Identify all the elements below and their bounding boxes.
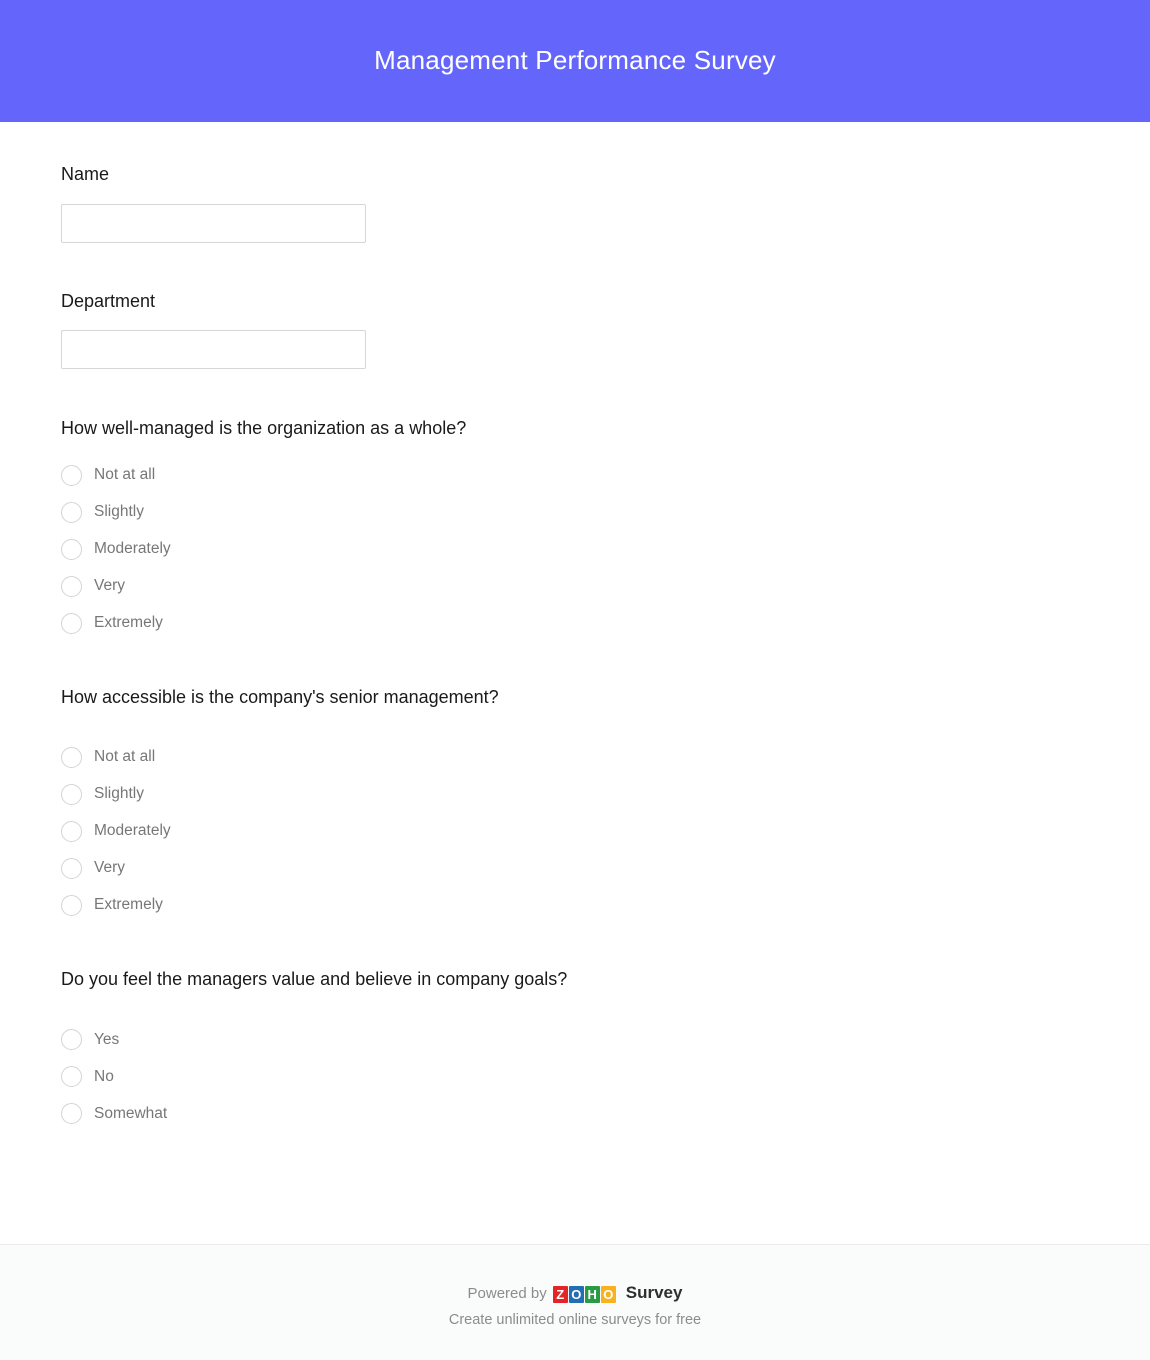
radio-button-icon[interactable] xyxy=(61,538,82,560)
option-label: Very xyxy=(94,576,126,594)
survey-footer: Powered by Z O H O Survey Create unlimit… xyxy=(0,1244,1150,1360)
option-row[interactable]: Very xyxy=(61,850,1150,887)
radio-button-icon[interactable] xyxy=(61,894,82,916)
question-text-1: How well-managed is the organization as … xyxy=(61,418,467,439)
option-row[interactable]: Extremely xyxy=(61,887,1150,924)
option-label: Moderately xyxy=(94,539,171,557)
option-label: Slightly xyxy=(94,785,144,803)
survey-header-banner: Management Performance Survey xyxy=(0,0,1150,122)
zoho-logo-letter-o1: O xyxy=(568,1285,584,1303)
powered-by-label: Powered by xyxy=(467,1284,547,1302)
zoho-logo-letter-o2: O xyxy=(600,1285,616,1303)
radio-button-icon[interactable] xyxy=(61,1103,82,1125)
field-block-department: Department xyxy=(61,291,1150,370)
powered-by-line: Powered by Z O H O Survey xyxy=(0,1283,1150,1303)
option-row[interactable]: Moderately xyxy=(61,531,1150,568)
option-row[interactable]: Very xyxy=(61,568,1150,605)
option-row[interactable]: Not at all xyxy=(61,739,1150,776)
radio-button-icon[interactable] xyxy=(61,464,82,486)
option-label: Extremely xyxy=(94,896,163,914)
zoho-logo-letter-h: H xyxy=(584,1285,600,1303)
radio-button-icon[interactable] xyxy=(61,746,82,768)
option-row[interactable]: Somewhat xyxy=(61,1095,1150,1132)
radio-button-icon[interactable] xyxy=(61,1029,82,1051)
option-row[interactable]: Extremely xyxy=(61,605,1150,642)
option-row[interactable]: Slightly xyxy=(61,776,1150,813)
field-label-department: Department xyxy=(61,290,156,311)
question-block-1: How well-managed is the organization as … xyxy=(61,417,1150,641)
question-block-3: Do you feel the managers value and belie… xyxy=(61,968,1150,1132)
options-group-3: Yes No Somewhat xyxy=(61,1021,1150,1132)
question-text-2: How accessible is the company's senior m… xyxy=(61,686,499,707)
question-text-3: Do you feel the managers value and belie… xyxy=(61,968,568,989)
option-label: Yes xyxy=(94,1030,120,1048)
radio-button-icon[interactable] xyxy=(61,783,82,805)
option-row[interactable]: Yes xyxy=(61,1021,1150,1058)
option-row[interactable]: Not at all xyxy=(61,457,1150,494)
option-label: Extremely xyxy=(94,613,163,631)
product-name-label: Survey xyxy=(625,1283,683,1303)
option-row[interactable]: No xyxy=(61,1058,1150,1095)
option-row[interactable]: Slightly xyxy=(61,494,1150,531)
option-label: Very xyxy=(94,859,126,877)
option-label: Somewhat xyxy=(94,1104,168,1122)
radio-button-icon[interactable] xyxy=(61,575,82,597)
options-group-1: Not at all Slightly Moderately Very Extr… xyxy=(61,457,1150,642)
option-label: Not at all xyxy=(94,748,156,766)
radio-button-icon[interactable] xyxy=(61,501,82,523)
option-label: Not at all xyxy=(94,465,156,483)
question-block-2: How accessible is the company's senior m… xyxy=(61,686,1150,924)
option-row[interactable]: Moderately xyxy=(61,813,1150,850)
page-title: Management Performance Survey xyxy=(374,45,776,76)
radio-button-icon[interactable] xyxy=(61,820,82,842)
name-input[interactable] xyxy=(61,203,366,243)
department-input[interactable] xyxy=(61,330,366,370)
survey-form-body: Name Department How well-managed is the … xyxy=(0,122,1150,1200)
options-group-2: Not at all Slightly Moderately Very Extr… xyxy=(61,739,1150,924)
option-label: Slightly xyxy=(94,502,144,520)
radio-button-icon[interactable] xyxy=(61,857,82,879)
option-label: No xyxy=(94,1067,114,1085)
field-block-name: Name xyxy=(61,164,1150,243)
zoho-logo-icon: Z O H O xyxy=(552,1285,616,1303)
option-label: Moderately xyxy=(94,822,171,840)
footer-tagline: Create unlimited online surveys for free xyxy=(448,1312,702,1329)
field-label-name: Name xyxy=(61,164,110,184)
radio-button-icon[interactable] xyxy=(61,612,82,634)
zoho-logo-letter-z: Z xyxy=(552,1285,568,1303)
radio-button-icon[interactable] xyxy=(61,1066,82,1088)
